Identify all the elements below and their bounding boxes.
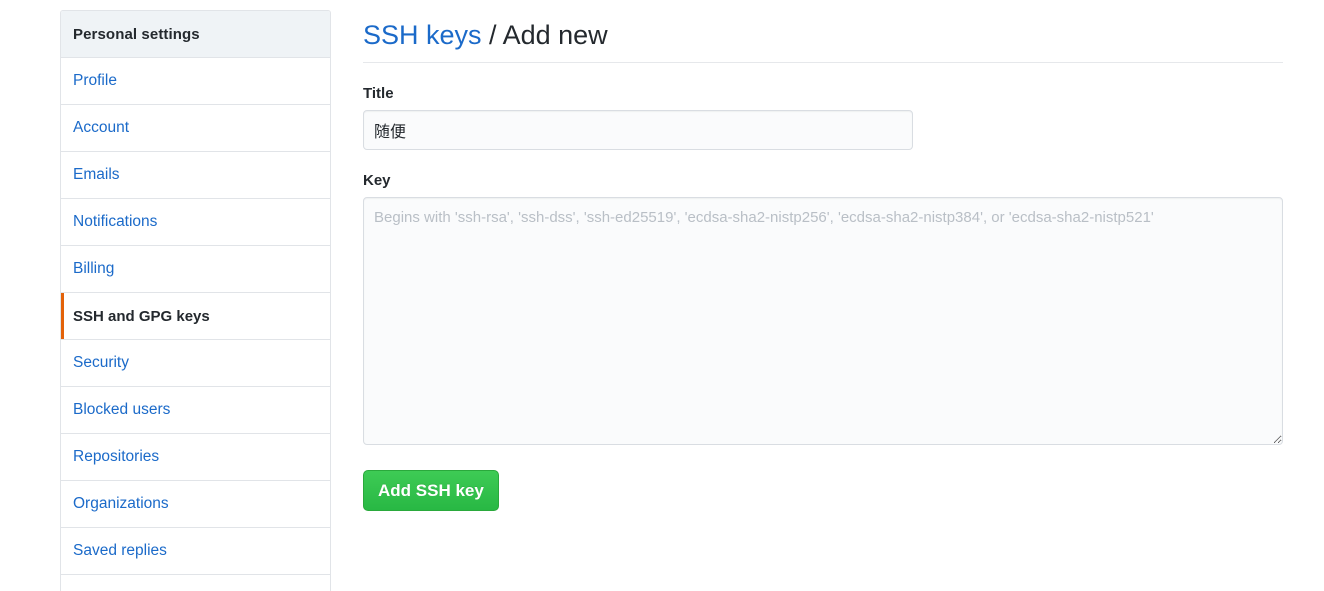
sidebar-item-organizations[interactable]: Organizations	[61, 481, 330, 528]
sidebar-header: Personal settings	[61, 11, 330, 58]
add-ssh-key-button[interactable]: Add SSH key	[363, 470, 499, 511]
sidebar-item-account[interactable]: Account	[61, 105, 330, 152]
sidebar-item-label: SSH and GPG keys	[73, 307, 210, 325]
sidebar-item-repositories[interactable]: Repositories	[61, 434, 330, 481]
title-input[interactable]	[363, 110, 913, 150]
key-textarea[interactable]	[363, 197, 1283, 445]
heading-divider	[363, 62, 1283, 63]
sidebar-item-profile[interactable]: Profile	[61, 58, 330, 105]
settings-page: Personal settings Profile Account Emails…	[0, 0, 1324, 591]
sidebar-item-security[interactable]: Security	[61, 340, 330, 387]
sidebar-item-label: Repositories	[73, 448, 160, 465]
sidebar-item-notifications[interactable]: Notifications	[61, 199, 330, 246]
sidebar-item-label: Security	[73, 354, 129, 371]
breadcrumb-separator: /	[481, 20, 503, 50]
breadcrumb-current: Add new	[502, 20, 608, 50]
sidebar-item-label: Account	[73, 119, 130, 136]
sidebar-item-ssh-and-gpg-keys[interactable]: SSH and GPG keys	[61, 293, 330, 340]
sidebar-item-partial[interactable]	[61, 575, 330, 591]
sidebar-item-label: Notifications	[73, 213, 158, 230]
sidebar-item-emails[interactable]: Emails	[61, 152, 330, 199]
sidebar-item-saved-replies[interactable]: Saved replies	[61, 528, 330, 575]
sidebar-item-label: Organizations	[73, 495, 169, 512]
sidebar-item-label: Saved replies	[73, 542, 167, 559]
sidebar-item-billing[interactable]: Billing	[61, 246, 330, 293]
title-field-label: Title	[363, 85, 394, 102]
sidebar-item-label: Blocked users	[73, 401, 171, 418]
sidebar-item-label: Billing	[73, 260, 115, 277]
sidebar-item-label: Profile	[73, 72, 117, 89]
sidebar-item-blocked-users[interactable]: Blocked users	[61, 387, 330, 434]
sidebar-item-label: Emails	[73, 166, 120, 183]
main-content: SSH keys / Add new Title Key Add SSH key	[363, 0, 1283, 511]
page-title: SSH keys / Add new	[363, 0, 1283, 56]
key-field-label: Key	[363, 172, 391, 189]
breadcrumb-ssh-keys-link[interactable]: SSH keys	[363, 20, 482, 50]
personal-settings-sidebar: Personal settings Profile Account Emails…	[60, 10, 331, 591]
